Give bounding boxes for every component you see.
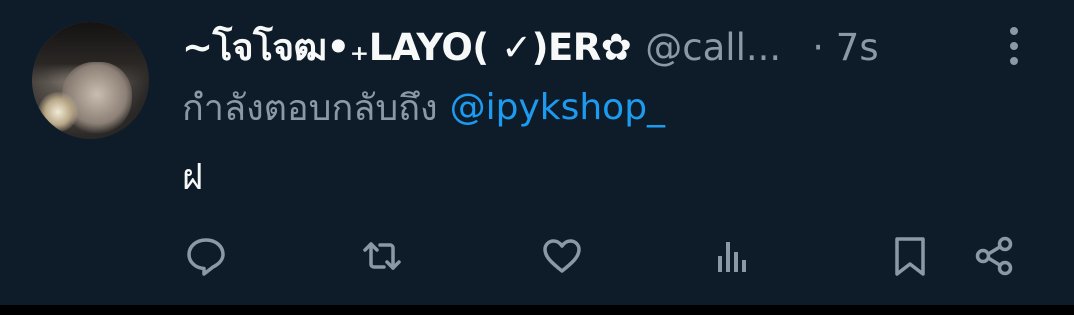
share-button[interactable] [970,232,1018,280]
bookmark-icon [895,237,925,276]
divider [0,305,1074,315]
heart-icon [543,239,581,273]
like-button[interactable] [538,232,586,280]
avatar-light [38,92,78,132]
tweet-text: ฝ [182,157,204,198]
replying-to-line: กำลังตอบกลับถึง @ipykshop_ [182,82,665,132]
speech-bubble-icon [187,238,225,276]
retweet-button[interactable] [358,232,406,280]
bookmark-button[interactable] [886,232,934,280]
replying-prefix: กำลังตอบกลับถึง [182,87,438,129]
retweet-icon [363,242,401,270]
display-name[interactable]: ~โจโจฒ•₊LAYO( ✓)ER✿ [182,18,632,77]
replying-to-mention[interactable]: @ipykshop_ [450,87,665,128]
user-handle[interactable]: @call... [645,26,800,69]
tweet-header: ~โจโจฒ•₊LAYO( ✓)ER✿ @call... · 7s [182,22,879,72]
tweet-card[interactable]: ~โจโจฒ•₊LAYO( ✓)ER✿ @call... · 7s กำลังต… [0,0,1074,305]
timestamp[interactable]: · 7s [812,26,878,69]
bar-chart-icon [718,242,746,272]
more-options-icon[interactable] [1004,24,1024,68]
views-button[interactable] [708,232,756,280]
share-icon [975,236,1013,276]
reply-button[interactable] [182,232,230,280]
avatar[interactable] [32,22,149,139]
